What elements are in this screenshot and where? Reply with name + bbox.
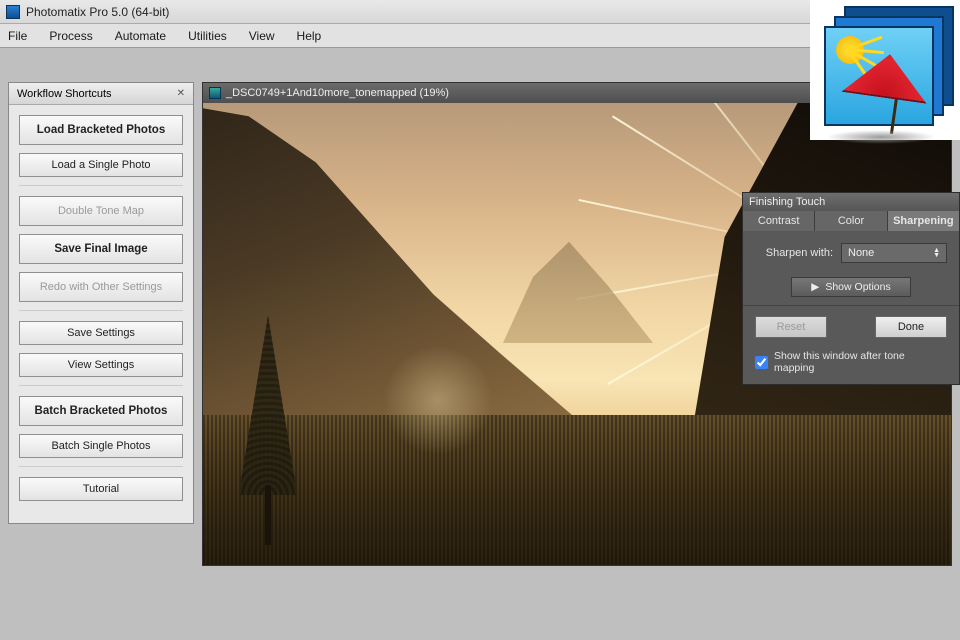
batch-single-button[interactable]: Batch Single Photos: [19, 434, 183, 458]
finishing-tabs: Contrast Color Sharpening: [743, 211, 959, 231]
finishing-touch-panel: Finishing Touch Contrast Color Sharpenin…: [742, 192, 960, 385]
show-after-checkbox[interactable]: [755, 356, 768, 369]
done-button[interactable]: Done: [875, 316, 947, 338]
menu-help[interactable]: Help: [297, 29, 322, 43]
tab-sharpening[interactable]: Sharpening: [888, 211, 959, 231]
document-title: _DSC0749+1And10more_tonemapped (19%): [226, 87, 449, 99]
show-options-label: Show Options: [825, 281, 890, 293]
app-logo: [810, 0, 960, 140]
finishing-touch-title: Finishing Touch: [749, 196, 825, 208]
sharpen-with-select[interactable]: None ▲▼: [841, 243, 947, 263]
app-title: Photomatix Pro 5.0 (64-bit): [26, 5, 169, 19]
finishing-touch-titlebar[interactable]: Finishing Touch: [743, 193, 959, 211]
tab-contrast[interactable]: Contrast: [743, 211, 815, 231]
pin-icon[interactable]: ✕: [177, 88, 185, 99]
reset-button: Reset: [755, 316, 827, 338]
show-after-label: Show this window after tone mapping: [774, 350, 947, 374]
workflow-shortcuts-header: Workflow Shortcuts ✕: [9, 83, 193, 105]
view-settings-button[interactable]: View Settings: [19, 353, 183, 377]
app-icon: [6, 5, 20, 19]
document-icon: [209, 87, 221, 99]
workflow-shortcuts-title: Workflow Shortcuts: [17, 88, 112, 100]
load-single-button[interactable]: Load a Single Photo: [19, 153, 183, 177]
tutorial-button[interactable]: Tutorial: [19, 477, 183, 501]
select-arrows-icon: ▲▼: [933, 248, 940, 258]
tab-color[interactable]: Color: [815, 211, 887, 231]
redo-button: Redo with Other Settings: [19, 272, 183, 302]
menu-automate[interactable]: Automate: [115, 29, 166, 43]
save-settings-button[interactable]: Save Settings: [19, 321, 183, 345]
show-options-button[interactable]: ▶ Show Options: [791, 277, 911, 297]
menu-process[interactable]: Process: [49, 29, 92, 43]
double-tone-button: Double Tone Map: [19, 196, 183, 226]
menu-utilities[interactable]: Utilities: [188, 29, 227, 43]
sharpen-with-label: Sharpen with:: [755, 247, 833, 259]
menu-file[interactable]: File: [8, 29, 27, 43]
save-final-button[interactable]: Save Final Image: [19, 234, 183, 264]
play-icon: ▶: [811, 281, 819, 293]
workflow-shortcuts-panel: Workflow Shortcuts ✕ Load Bracketed Phot…: [8, 82, 194, 524]
batch-bracketed-button[interactable]: Batch Bracketed Photos: [19, 396, 183, 426]
sharpen-with-value: None: [848, 247, 874, 259]
menu-view[interactable]: View: [249, 29, 275, 43]
load-bracketed-button[interactable]: Load Bracketed Photos: [19, 115, 183, 145]
